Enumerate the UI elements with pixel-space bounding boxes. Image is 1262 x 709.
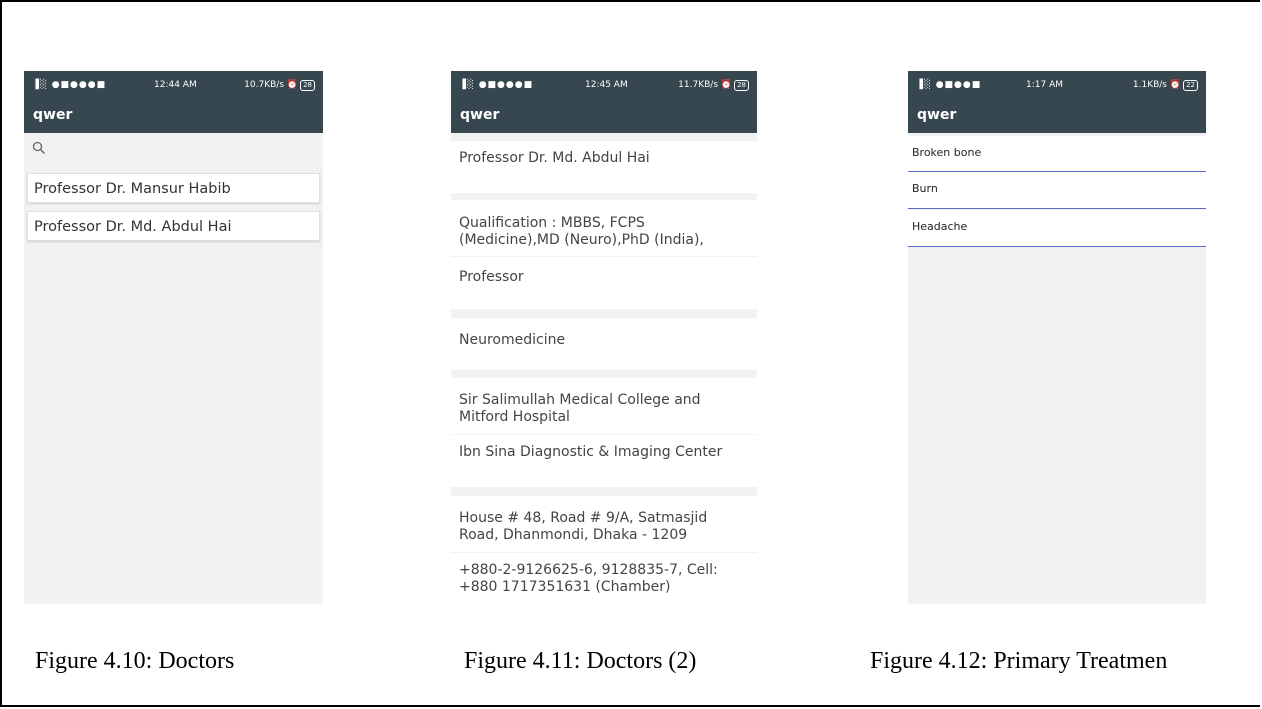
doctor-name: Professor Dr. Md. Abdul Hai bbox=[451, 141, 757, 193]
status-icons: ▐░ ●■●●■ bbox=[916, 80, 982, 90]
figure-caption: Figure 4.11: Doctors (2) bbox=[464, 648, 697, 674]
app-bar: qwer bbox=[24, 101, 323, 133]
figure-caption: Figure 4.12: Primary Treatmen bbox=[870, 648, 1168, 674]
status-bar: ▐░ ●■●●●■ 12:44 AM 10.7KB/s ⏰ 28 bbox=[24, 71, 323, 101]
network-speed: 1.1KB/s ⏰ bbox=[1132, 80, 1182, 90]
status-right: 10.7KB/s ⏰ 28 bbox=[244, 80, 315, 91]
app-title: qwer bbox=[460, 107, 500, 123]
doctor-list-item[interactable]: Professor Dr. Mansur Habib bbox=[27, 173, 320, 203]
phone-screen-doctors: ▐░ ●■●●●■ 12:44 AM 10.7KB/s ⏰ 28 qwer Pro… bbox=[24, 71, 323, 604]
search-icon[interactable] bbox=[32, 141, 46, 155]
doctor-details: Professor Dr. Md. Abdul Hai Qualificatio… bbox=[451, 133, 757, 604]
status-bar: ▐░ ●■●●●■ 12:45 AM 11.7KB/s ⏰ 28 bbox=[451, 71, 757, 101]
phone-screen-primary-treatment: ▐░ ●■●●■ 1:17 AM 1.1KB/s ⏰ 22 qwer Broken… bbox=[908, 71, 1206, 604]
status-right: 11.7KB/s ⏰ 28 bbox=[678, 80, 749, 91]
app-bar: qwer bbox=[451, 101, 757, 133]
status-bar: ▐░ ●■●●■ 1:17 AM 1.1KB/s ⏰ 22 bbox=[908, 71, 1206, 101]
phone-screen-doctor-details: ▐░ ●■●●●■ 12:45 AM 11.7KB/s ⏰ 28 qwer Pro… bbox=[451, 71, 757, 604]
status-time: 1:17 AM bbox=[1026, 80, 1063, 90]
doctor-list-item[interactable]: Professor Dr. Md. Abdul Hai bbox=[27, 211, 320, 241]
network-speed: 11.7KB/s ⏰ bbox=[678, 80, 733, 90]
treatment-item[interactable]: Broken bone bbox=[908, 136, 1206, 172]
doctor-designation: Professor bbox=[451, 257, 757, 309]
app-title: qwer bbox=[33, 107, 73, 123]
status-time: 12:45 AM bbox=[585, 80, 628, 90]
treatment-item[interactable]: Headache bbox=[908, 210, 1206, 247]
doctor-qualification: Qualification : MBBS, FCPS (Medicine),MD… bbox=[451, 200, 757, 256]
battery-icon: 28 bbox=[734, 80, 749, 91]
treatment-item[interactable]: Burn bbox=[908, 172, 1206, 209]
doctor-phone: +880-2-9126625-6, 9128835-7, Cell: +880 … bbox=[451, 553, 757, 604]
app-title: qwer bbox=[917, 107, 957, 123]
doctor-list: Professor Dr. Mansur Habib Professor Dr.… bbox=[24, 133, 323, 604]
status-time: 12:44 AM bbox=[154, 80, 197, 90]
network-speed: 10.7KB/s ⏰ bbox=[244, 80, 299, 90]
doctor-specialty: Neuromedicine bbox=[451, 318, 757, 370]
figure-caption: Figure 4.10: Doctors bbox=[35, 648, 235, 674]
doctor-address: House # 48, Road # 9/A, Satmasjid Road, … bbox=[451, 496, 757, 552]
app-bar: qwer bbox=[908, 101, 1206, 133]
treatment-list: Broken bone Burn Headache bbox=[908, 133, 1206, 604]
battery-icon: 22 bbox=[1183, 80, 1198, 91]
battery-icon: 28 bbox=[300, 80, 315, 91]
status-icons: ▐░ ●■●●●■ bbox=[459, 80, 534, 90]
status-icons: ▐░ ●■●●●■ bbox=[32, 80, 107, 90]
status-right: 1.1KB/s ⏰ 22 bbox=[1133, 80, 1198, 91]
doctor-chamber: Ibn Sina Diagnostic & Imaging Center bbox=[451, 435, 757, 487]
doctor-institute: Sir Salimullah Medical College and Mitfo… bbox=[451, 378, 757, 434]
